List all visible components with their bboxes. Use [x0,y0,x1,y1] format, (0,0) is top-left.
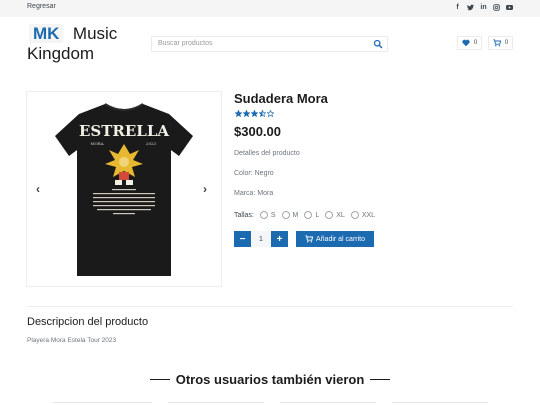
increase-quantity-button[interactable]: + [271,231,288,247]
star-icon [259,110,266,117]
add-to-cart-button[interactable]: Añadir al carrito [296,231,374,247]
social-links: f in [454,3,513,12]
facebook-icon[interactable]: f [454,3,461,12]
shirt-brand-title: ESTRELLA [79,122,169,140]
site-logo[interactable]: MK Music Kingdom [27,24,117,64]
sizes-label: Tallas: [234,211,254,219]
size-radio[interactable] [259,211,268,219]
heart-icon [462,39,470,47]
logo-line-1: Music [72,24,118,43]
search-placeholder: Buscar productos [158,40,213,47]
top-bar: Regresar f in [0,0,540,17]
size-option-m[interactable]: M [281,211,298,219]
related-title: Otros usuarios también vieron [175,372,365,387]
product-brand: Marca: Mora [234,190,274,197]
logo-mark: MK [29,24,64,43]
star-icon [267,110,274,117]
shirt-left-caption: MORA [90,141,103,146]
quantity-stepper: − 1 + [234,231,288,247]
carousel-prev-icon[interactable]: ‹ [36,182,40,196]
search-icon[interactable] [373,39,383,49]
youtube-icon[interactable] [506,3,513,12]
product-image-carousel: ESTRELLA MORA 2023 [26,91,222,287]
shirt-right-caption: 2023 [146,141,157,146]
cart-icon [493,39,501,47]
size-radio[interactable] [304,211,313,219]
product-color: Color: Negro [234,170,274,177]
size-radio[interactable] [350,211,359,219]
wishlist-button[interactable]: 0 [457,36,482,50]
decrease-quantity-button[interactable]: − [234,231,251,247]
logo-line-2: Kingdom [27,44,95,63]
product-price: $300.00 [234,124,281,139]
title-dash [370,378,391,381]
product-details-label: Detalles del producto [234,150,300,157]
size-option-s[interactable]: S [259,211,276,219]
size-option-l[interactable]: L [304,211,319,219]
product-image: ESTRELLA MORA 2023 [55,103,193,276]
star-icon [243,110,250,117]
linkedin-icon[interactable]: in [480,3,487,12]
size-selector: Tallas: S M L XL XXL [234,211,381,219]
instagram-icon[interactable] [493,3,500,12]
rating-stars [235,110,274,117]
carousel-next-icon[interactable]: › [203,182,207,196]
size-radio[interactable] [281,211,290,219]
size-radio[interactable] [325,211,334,219]
add-to-cart-label: Añadir al carrito [315,235,366,243]
size-option-xl[interactable]: XL [325,211,345,219]
quantity-input[interactable]: 1 [251,231,271,247]
cart-button[interactable]: 0 [488,36,513,50]
product-title: Sudadera Mora [234,91,328,106]
star-icon [251,110,258,117]
size-option-xxl[interactable]: XXL [350,211,375,219]
description-text: Playera Mora Estela Tour 2023 [27,337,117,344]
back-link[interactable]: Regresar [27,3,56,10]
search-input[interactable]: Buscar productos [151,36,388,52]
related-section-title: Otros usuarios también vieron [0,372,540,387]
cart-icon [305,235,313,243]
wishlist-count: 0 [473,40,478,46]
section-divider [27,306,513,307]
star-icon [235,110,242,117]
title-dash [149,378,170,381]
description-title: Descripcion del producto [27,316,149,328]
twitter-icon[interactable] [467,3,474,12]
cart-count: 0 [504,40,509,46]
